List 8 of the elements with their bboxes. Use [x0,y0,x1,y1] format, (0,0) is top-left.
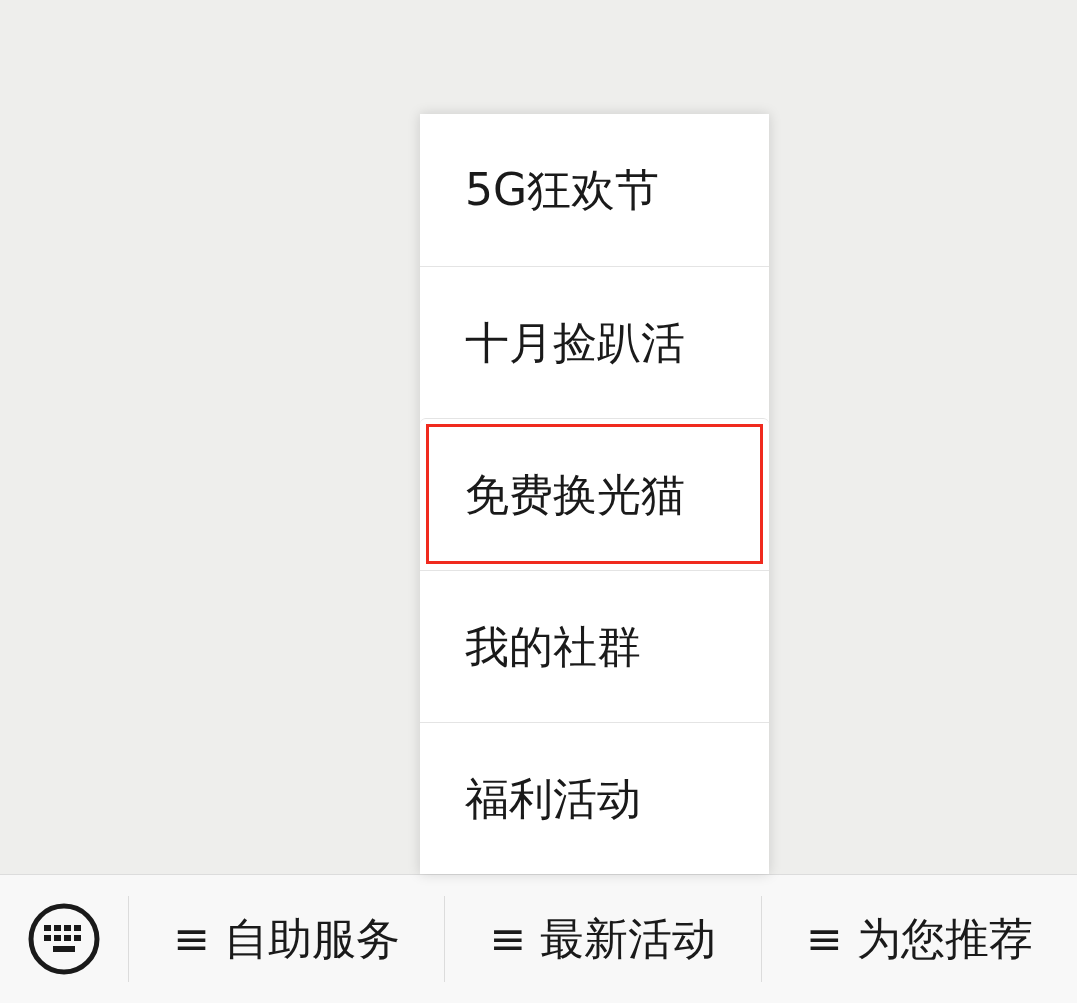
menu-tab[interactable]: ≡ 自助服务 [173,906,401,972]
menu-item[interactable]: 十月捡趴活 [420,266,769,418]
menu-tab[interactable]: ≡ 最新活动 [489,906,717,972]
menu-item[interactable]: 我的社群 [420,570,769,722]
menu-tab[interactable]: ≡ 为您推荐 [805,906,1033,972]
menu-item[interactable]: 免费换光猫 [420,418,769,570]
menu-item[interactable]: 5G狂欢节 [420,114,769,266]
keyboard-icon [28,903,100,975]
